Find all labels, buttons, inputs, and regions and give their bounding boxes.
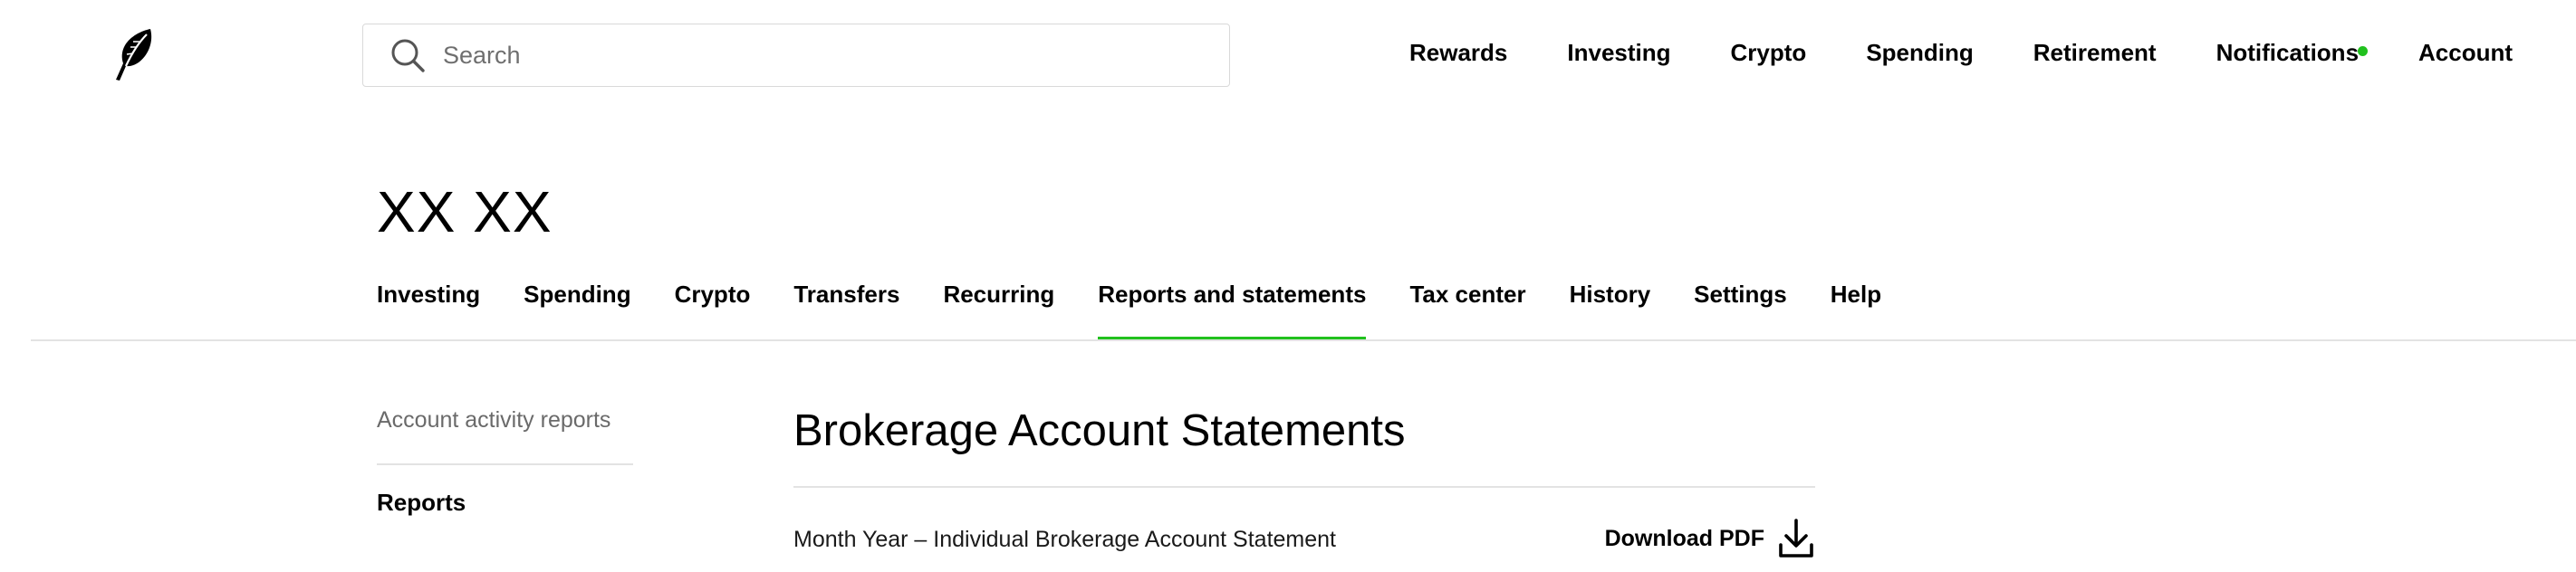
tab-tax-center[interactable]: Tax center <box>1409 275 1525 340</box>
sidebar-heading-reports[interactable]: Reports <box>377 489 466 517</box>
account-tabs: Investing Spending Crypto Transfers Recu… <box>377 275 1881 340</box>
tab-recurring[interactable]: Recurring <box>943 275 1054 340</box>
sidebar-divider <box>377 463 633 465</box>
tab-investing[interactable]: Investing <box>377 275 480 340</box>
tab-settings[interactable]: Settings <box>1694 275 1787 340</box>
tab-spending[interactable]: Spending <box>524 275 630 340</box>
statement-name: Month Year – Individual Brokerage Accoun… <box>793 527 1336 552</box>
tabs-divider <box>31 339 2576 341</box>
top-nav: Rewards Investing Crypto Spending Retire… <box>1409 34 2513 71</box>
title-divider <box>793 486 1815 488</box>
nav-crypto[interactable]: Crypto <box>1731 39 1807 67</box>
search-icon <box>391 39 425 72</box>
tab-help[interactable]: Help <box>1831 275 1881 340</box>
notification-dot <box>2358 45 2369 56</box>
download-icon <box>1779 519 1813 558</box>
sidebar-link-account-activity-reports[interactable]: Account activity reports <box>377 407 610 434</box>
nav-spending[interactable]: Spending <box>1866 39 1973 67</box>
nav-notifications[interactable]: Notifications <box>2216 38 2369 67</box>
nav-notifications-label: Notifications <box>2216 38 2360 66</box>
tab-history[interactable]: History <box>1570 275 1651 340</box>
nav-rewards[interactable]: Rewards <box>1409 39 1507 67</box>
page-title: Brokerage Account Statements <box>793 406 1406 455</box>
download-pdf-label: Download PDF <box>1604 525 1764 551</box>
search-box[interactable] <box>362 24 1230 87</box>
nav-retirement[interactable]: Retirement <box>2033 39 2157 67</box>
tab-crypto[interactable]: Crypto <box>675 275 751 340</box>
nav-account[interactable]: Account <box>2418 39 2513 67</box>
tab-transfers[interactable]: Transfers <box>793 275 899 340</box>
download-pdf-button[interactable]: Download PDF <box>1605 518 1815 559</box>
nav-investing[interactable]: Investing <box>1567 39 1670 67</box>
feather-logo-icon[interactable] <box>109 27 156 83</box>
tab-reports-and-statements[interactable]: Reports and statements <box>1098 275 1367 340</box>
statement-row: Month Year – Individual Brokerage Accoun… <box>793 514 1815 565</box>
search-input[interactable] <box>441 32 1187 79</box>
account-name: XX XX <box>377 179 553 244</box>
